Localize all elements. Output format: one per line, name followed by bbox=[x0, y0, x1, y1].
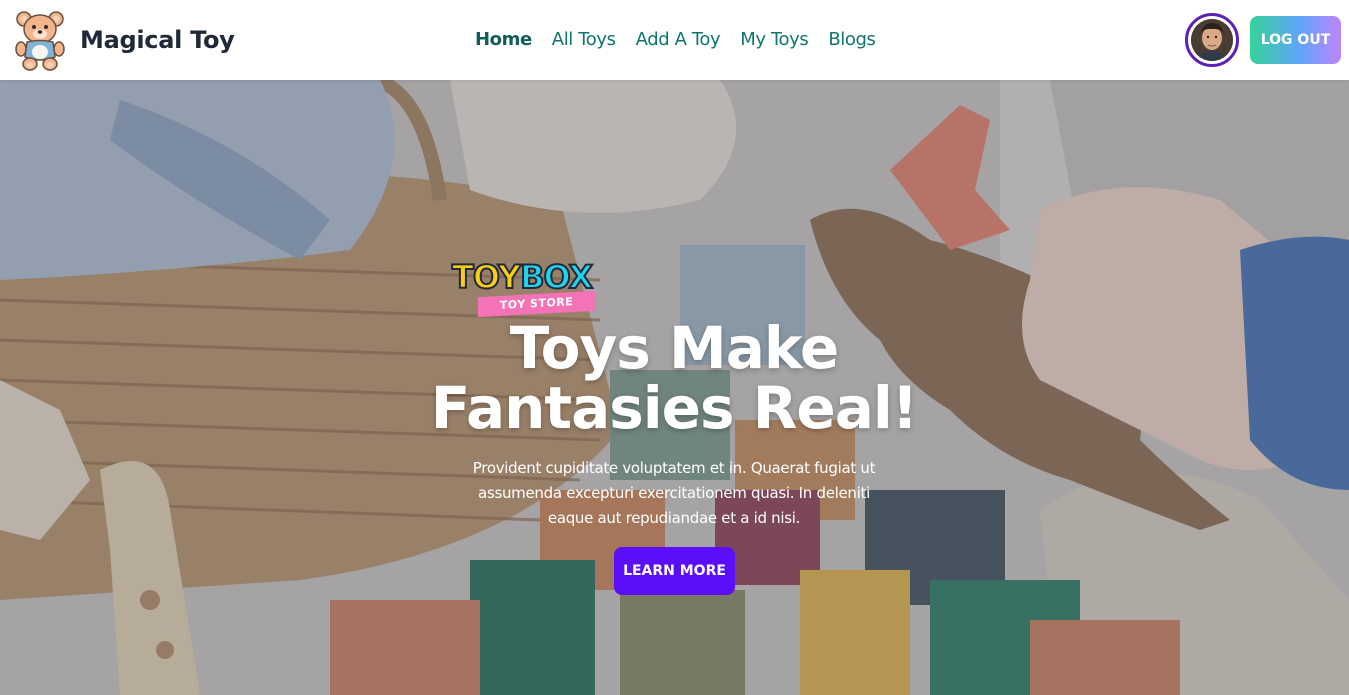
hero-banner: TOYBOX TOY STORE Toys Make Fantasies Rea… bbox=[0, 80, 1349, 695]
toybox-logo-word: TOYBOX bbox=[451, 257, 594, 297]
brand-name: Magical Toy bbox=[80, 26, 235, 54]
nav-link-my-toys[interactable]: My Toys bbox=[740, 29, 808, 50]
avatar-photo bbox=[1191, 19, 1233, 61]
logout-button[interactable]: LOG OUT bbox=[1250, 16, 1341, 64]
nav-link-all-toys[interactable]: All Toys bbox=[552, 29, 616, 50]
main-nav: Home All Toys Add A Toy My Toys Blogs bbox=[475, 29, 876, 50]
learn-more-button[interactable]: LEARN MORE bbox=[614, 547, 735, 595]
brand[interactable]: Magical Toy bbox=[12, 9, 235, 71]
hero-title-line2: Fantasies Real! bbox=[430, 374, 918, 442]
hero-title: Toys Make Fantasies Real! bbox=[374, 318, 974, 438]
nav-link-add-a-toy[interactable]: Add A Toy bbox=[636, 29, 721, 50]
hero-title-line1: Toys Make bbox=[509, 314, 839, 382]
teddy-bear-icon bbox=[15, 11, 65, 71]
navbar: Magical Toy Home All Toys Add A Toy My T… bbox=[0, 0, 1349, 80]
toybox-word-part1: TOY bbox=[451, 257, 522, 297]
nav-link-home[interactable]: Home bbox=[475, 29, 532, 50]
hero-description: Provident cupiditate voluptatem et in. Q… bbox=[472, 459, 876, 527]
toybox-logo: TOYBOX TOY STORE bbox=[451, 257, 622, 318]
user-avatar[interactable] bbox=[1185, 13, 1239, 67]
nav-link-blogs[interactable]: Blogs bbox=[828, 29, 876, 50]
toybox-word-part2: BOX bbox=[519, 257, 594, 297]
